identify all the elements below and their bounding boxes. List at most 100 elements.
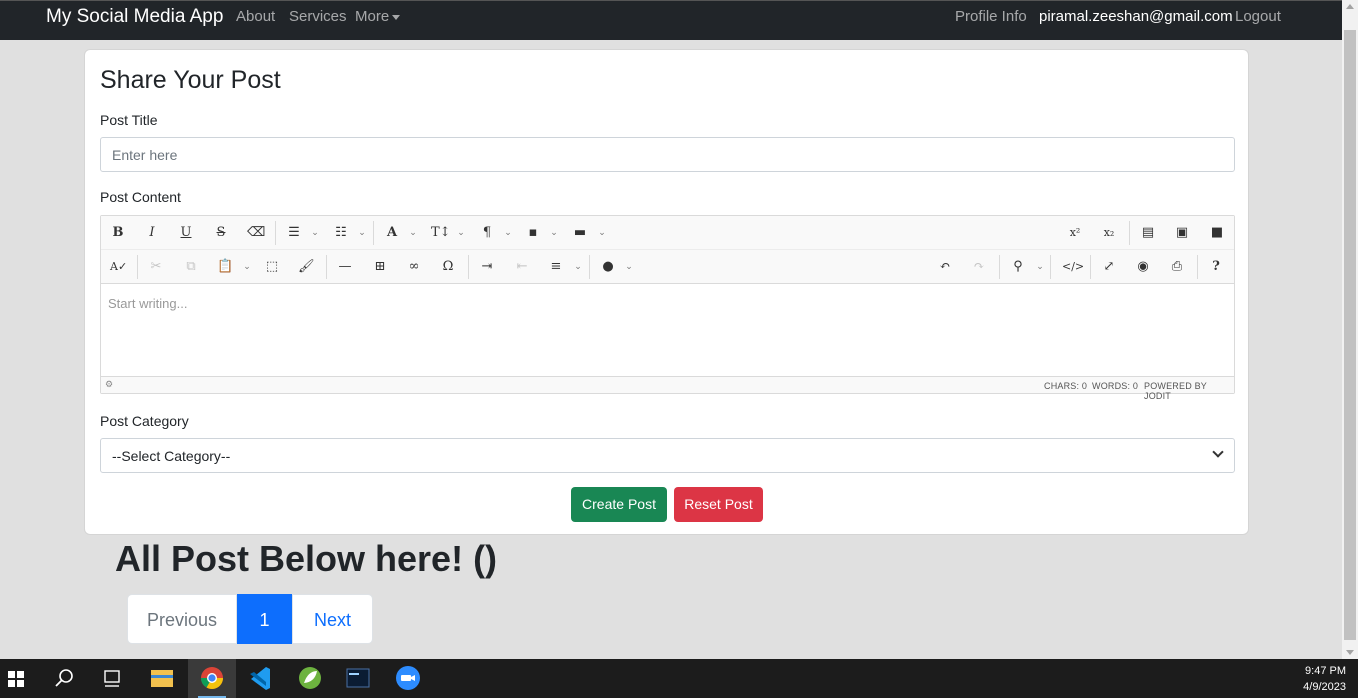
editor-status-bar: ⚙ Chars: 0 Words: 0 Powered by Jodit: [101, 376, 1234, 401]
horizontal-rule-icon[interactable]: —: [337, 259, 353, 275]
special-char-icon[interactable]: Ω: [440, 259, 456, 275]
link-icon[interactable]: ∞: [406, 259, 422, 275]
image-icon[interactable]: ▣: [1174, 225, 1190, 241]
chevron-down-icon[interactable]: ⌄: [503, 227, 513, 237]
indent-icon[interactable]: ⇥: [479, 259, 495, 275]
preview-icon[interactable]: ◉: [1135, 259, 1151, 275]
editor-toolbar-row-1: B I U S ⌫ ☰ ⌄ ☷ ⌄ A ⌄ T↕ ⌄ ¶ ⌄ ▪ ⌄ ▬ ⌄ x…: [101, 216, 1234, 250]
windows-logo-icon: [8, 671, 24, 687]
chevron-down-icon[interactable]: ⌄: [573, 261, 583, 271]
folder-icon: [151, 670, 173, 687]
reset-post-button[interactable]: Reset Post: [674, 487, 763, 522]
zoom-icon[interactable]: [384, 659, 432, 698]
zoom-glyph-icon: [396, 666, 420, 690]
font-size-icon[interactable]: T↕: [431, 225, 451, 241]
chevron-down-icon[interactable]: ⌄: [408, 227, 418, 237]
pagination-page-1[interactable]: 1: [237, 594, 292, 644]
post-title-label: Post Title: [100, 112, 158, 128]
powered-by-link[interactable]: Powered by Jodit: [1144, 381, 1234, 401]
spring-leaf-icon: [299, 667, 321, 689]
eraser-icon[interactable]: ⌫: [247, 225, 265, 241]
search-glyph-icon: [55, 669, 73, 687]
spring-icon[interactable]: [286, 659, 334, 698]
help-icon[interactable]: ?: [1208, 259, 1224, 275]
table-icon[interactable]: ⊞: [372, 259, 388, 275]
video-icon[interactable]: ■: [1209, 225, 1225, 241]
settings-icon[interactable]: ⚙: [105, 379, 113, 390]
nav-user-email[interactable]: piramal.zeeshan@gmail.com: [1039, 8, 1233, 25]
chevron-down-icon[interactable]: ⌄: [624, 261, 634, 271]
bold-icon[interactable]: B: [110, 225, 126, 241]
spacing-icon[interactable]: ▬: [572, 225, 588, 241]
spellcheck-icon[interactable]: A✓: [110, 259, 127, 275]
outdent-icon[interactable]: ⇤: [514, 259, 530, 275]
nav-logout[interactable]: Logout: [1235, 8, 1281, 25]
page-scrollbar[interactable]: [1342, 0, 1358, 659]
numbered-list-icon[interactable]: ☷: [333, 225, 349, 241]
nav-services[interactable]: Services: [289, 8, 347, 25]
category-select[interactable]: --Select Category--: [100, 438, 1235, 473]
search-icon[interactable]: [40, 659, 88, 698]
vscode-icon[interactable]: [236, 659, 284, 698]
chevron-down-icon[interactable]: ⌄: [1035, 261, 1045, 271]
classes-icon[interactable]: ▪: [525, 225, 541, 241]
copy-icon[interactable]: ⧉: [183, 259, 199, 275]
toolbar-separator: [999, 255, 1000, 279]
terminal-icon[interactable]: [334, 659, 382, 698]
brush-icon[interactable]: ●: [600, 259, 616, 275]
word-count: Words: 0: [1092, 381, 1139, 391]
toolbar-separator: [1090, 255, 1091, 279]
chrome-icon[interactable]: [188, 659, 236, 698]
brand-link[interactable]: My Social Media App: [46, 6, 223, 28]
toolbar-separator: [1129, 221, 1130, 245]
category-select-value: --Select Category--: [112, 448, 231, 464]
find-icon[interactable]: ⚲: [1010, 259, 1026, 275]
pagination-previous[interactable]: Previous: [127, 594, 237, 644]
chevron-down-icon[interactable]: ⌄: [242, 261, 252, 271]
nav-more-dropdown[interactable]: More: [355, 8, 401, 25]
chevron-down-icon[interactable]: ⌄: [597, 227, 607, 237]
chevron-down-icon[interactable]: ⌄: [456, 227, 466, 237]
italic-icon[interactable]: I: [144, 225, 160, 241]
scroll-thumb[interactable]: [1344, 30, 1356, 640]
chevron-down-icon[interactable]: ⌄: [549, 227, 559, 237]
print-icon[interactable]: ⎙: [1169, 259, 1185, 275]
pagination-next[interactable]: Next: [292, 594, 373, 644]
format-painter-icon[interactable]: 🖌: [298, 259, 315, 275]
toolbar-separator: [1197, 255, 1198, 279]
toolbar-separator: [137, 255, 138, 279]
post-title-input[interactable]: [100, 137, 1235, 172]
chevron-down-icon[interactable]: ⌄: [357, 227, 367, 237]
cut-icon[interactable]: ✂: [148, 259, 164, 275]
toolbar-separator: [468, 255, 469, 279]
bullet-list-icon[interactable]: ☰: [286, 225, 302, 241]
chevron-down-icon[interactable]: ⌄: [310, 227, 320, 237]
create-post-button[interactable]: Create Post: [571, 487, 667, 522]
task-view-icon[interactable]: [88, 659, 136, 698]
select-all-icon[interactable]: ⬚: [264, 259, 280, 275]
undo-icon[interactable]: ↶: [937, 259, 953, 275]
strikethrough-icon[interactable]: S: [213, 225, 229, 241]
paragraph-icon[interactable]: ¶: [479, 225, 495, 241]
superscript-icon[interactable]: x²: [1067, 225, 1083, 241]
char-count: Chars: 0: [1044, 381, 1088, 391]
subscript-icon[interactable]: x₂: [1101, 225, 1117, 241]
align-icon[interactable]: ≡: [548, 259, 564, 275]
redo-icon[interactable]: ↷: [971, 259, 987, 275]
toolbar-separator: [326, 255, 327, 279]
nav-about[interactable]: About: [236, 8, 275, 25]
font-icon[interactable]: A: [384, 225, 400, 241]
scroll-down-arrow-icon[interactable]: [1346, 650, 1354, 655]
file-icon[interactable]: ▤: [1140, 225, 1156, 241]
underline-icon[interactable]: U: [178, 225, 194, 241]
scroll-up-arrow-icon[interactable]: [1346, 4, 1354, 9]
paste-icon[interactable]: 📋: [217, 259, 233, 275]
system-clock[interactable]: 9:47 PM 4/9/2023: [1303, 663, 1346, 695]
editor-content-area[interactable]: Start writing...: [108, 296, 187, 311]
caret-down-icon: [392, 14, 401, 20]
fullsize-icon[interactable]: ⤢: [1101, 259, 1117, 275]
source-icon[interactable]: </>: [1062, 259, 1084, 275]
clock-date: 4/9/2023: [1303, 681, 1346, 693]
nav-profile-info[interactable]: Profile Info: [955, 8, 1027, 25]
file-explorer-icon[interactable]: [138, 659, 186, 698]
